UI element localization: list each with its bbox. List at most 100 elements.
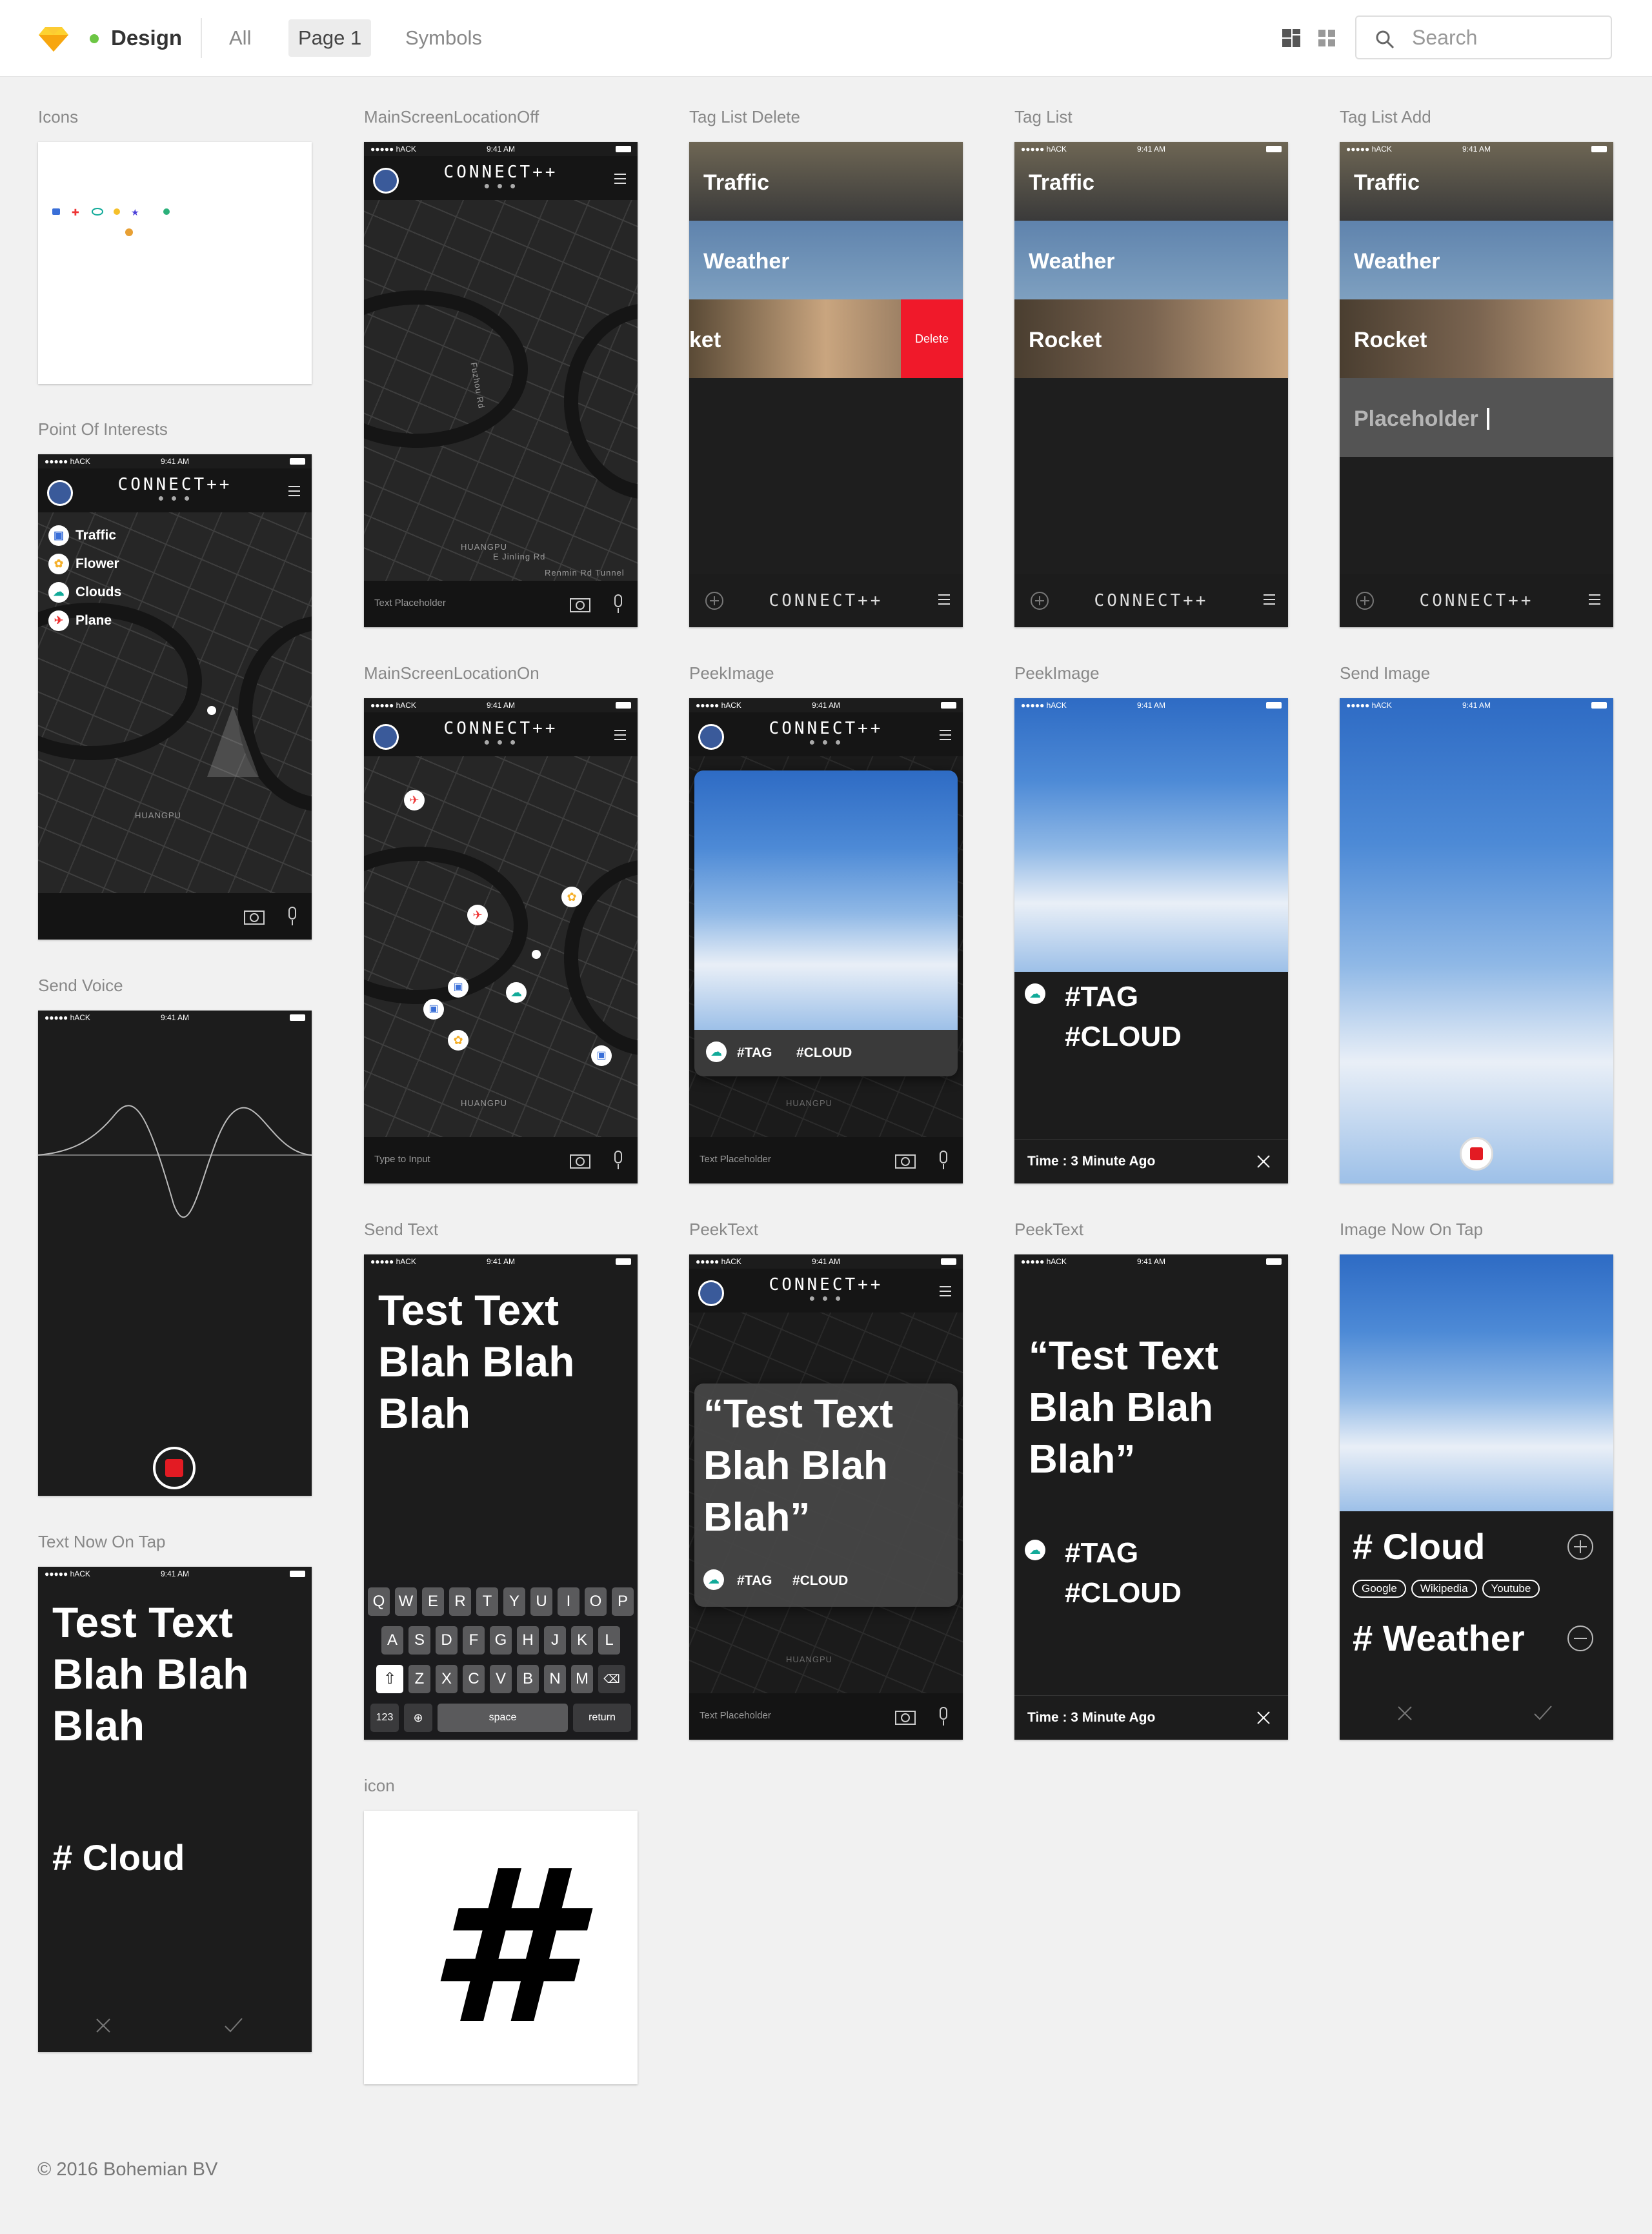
poi-item-traffic[interactable]: ▣ Traffic xyxy=(48,521,121,550)
artboard-tag-list[interactable]: ●●●●● hACK 9:41 AM Traffic Weather Rocket… xyxy=(1014,142,1288,627)
close-icon[interactable] xyxy=(1256,1154,1271,1169)
tag-row-rocket[interactable]: Rocket xyxy=(1340,299,1613,378)
list-menu-icon[interactable] xyxy=(938,1284,952,1298)
input-bar[interactable] xyxy=(38,893,312,940)
delete-button[interactable]: Delete xyxy=(901,299,963,378)
numbers-key[interactable]: 123 xyxy=(370,1704,399,1732)
key[interactable]: X xyxy=(436,1665,458,1693)
artboard-label-peek-image-2[interactable]: PeekImage xyxy=(1014,663,1100,683)
artboard-label-peek-image[interactable]: PeekImage xyxy=(689,663,774,683)
record-button[interactable] xyxy=(1460,1137,1493,1171)
tag-row-traffic[interactable]: Traffic xyxy=(689,142,963,221)
car-marker-icon[interactable]: ▣ xyxy=(423,999,444,1020)
poi-item-plane[interactable]: ✈ Plane xyxy=(48,607,121,635)
artboard-main-on[interactable]: HUANGPU ✈ ✈ ✿ ☁ ▣ ▣ ✿ ▣ ●●●●● hACK 9:41 A… xyxy=(364,698,638,1183)
key[interactable]: D xyxy=(436,1626,458,1655)
camera-icon[interactable] xyxy=(243,907,265,925)
car-marker-icon[interactable]: ▣ xyxy=(448,977,468,998)
artboard-label-tag-delete[interactable]: Tag List Delete xyxy=(689,107,800,126)
list-menu-icon[interactable] xyxy=(613,172,627,186)
small-grid-view-icon[interactable] xyxy=(1316,28,1337,48)
key[interactable]: J xyxy=(544,1626,566,1655)
peek-card[interactable]: “Test Text Blah Blah Blah” ☁ #TAG #CLOUD xyxy=(694,1384,958,1607)
backspace-key[interactable]: ⌫ xyxy=(598,1665,625,1693)
list-menu-icon[interactable] xyxy=(613,728,627,742)
artboard-label-send-voice[interactable]: Send Voice xyxy=(38,976,123,995)
microphone-icon[interactable] xyxy=(612,1150,625,1171)
artboard-main-off[interactable]: HUANGPU Fuzhou Rd E Jinling Rd Renmin Rd… xyxy=(364,142,638,627)
checkmark-icon[interactable] xyxy=(1533,1705,1553,1722)
tab-page-1[interactable]: Page 1 xyxy=(288,19,372,57)
artboard-send-voice[interactable]: ●●●●● hACK 9:41 AM xyxy=(38,1011,312,1496)
key[interactable]: H xyxy=(517,1626,539,1655)
artboard-peek-text-2[interactable]: ●●●●● hACK 9:41 AM “Test Text Blah Blah Bla… xyxy=(1014,1254,1288,1740)
artboard-label-send-image[interactable]: Send Image xyxy=(1340,663,1430,683)
tab-symbols[interactable]: Symbols xyxy=(396,19,492,57)
key[interactable]: Y xyxy=(503,1587,525,1616)
key[interactable]: Q xyxy=(368,1587,390,1616)
pill-google[interactable]: Google xyxy=(1353,1580,1406,1598)
shift-key[interactable]: ⇧ xyxy=(376,1665,403,1693)
input-bar[interactable]: Text Placeholder xyxy=(689,1693,963,1740)
camera-icon[interactable] xyxy=(569,595,591,613)
return-key[interactable]: return xyxy=(573,1704,631,1732)
keyboard[interactable]: QWERTYUIOP ASDFGHJKL ⇧ ZXCVBNM ⌫ 123 ⊕ s… xyxy=(364,1580,638,1740)
key[interactable]: Z xyxy=(408,1665,430,1693)
key[interactable]: F xyxy=(463,1626,485,1655)
text-input[interactable]: Text Placeholder xyxy=(700,1710,771,1721)
key[interactable]: U xyxy=(530,1587,552,1616)
artboard-label-tag-list[interactable]: Tag List xyxy=(1014,107,1073,126)
camera-icon[interactable] xyxy=(569,1151,591,1169)
artboard-label-icons[interactable]: Icons xyxy=(38,107,78,126)
artboard-peek-text[interactable]: HUANGPU ●●●●● hACK 9:41 AM CONNECT++ ● ● … xyxy=(689,1254,963,1740)
tag-row-weather[interactable]: Weather xyxy=(1340,221,1613,299)
car-marker-icon[interactable]: ▣ xyxy=(591,1045,612,1066)
artboard-label-main-off[interactable]: MainScreenLocationOff xyxy=(364,107,539,126)
peek-card[interactable]: ☁ #TAG #CLOUD xyxy=(694,770,958,1076)
artboard-peek-image[interactable]: HUANGPU ●●●●● hACK 9:41 AM CONNECT++ ● ● … xyxy=(689,698,963,1183)
remove-circle-icon[interactable] xyxy=(1567,1625,1594,1652)
artboard-label-icon[interactable]: icon xyxy=(364,1776,395,1795)
artboard-tag-delete[interactable]: Traffic Weather ket Delete CONNECT++ xyxy=(689,142,963,627)
poi-item-flower[interactable]: ✿ Flower xyxy=(48,550,121,578)
tag-row-weather[interactable]: Weather xyxy=(689,221,963,299)
list-menu-icon[interactable] xyxy=(287,484,301,498)
list-menu-icon[interactable] xyxy=(937,592,951,607)
artboard-label-image-tap[interactable]: Image Now On Tap xyxy=(1340,1220,1483,1239)
pill-youtube[interactable]: Youtube xyxy=(1482,1580,1540,1598)
plane-marker-icon[interactable]: ✈ xyxy=(404,790,425,810)
pill-wikipedia[interactable]: Wikipedia xyxy=(1411,1580,1477,1598)
key[interactable]: M xyxy=(571,1665,593,1693)
close-icon[interactable] xyxy=(1256,1710,1271,1726)
space-key[interactable]: space xyxy=(438,1704,568,1732)
artboard-label-poi[interactable]: Point Of Interests xyxy=(38,419,168,439)
key[interactable]: K xyxy=(571,1626,593,1655)
artboard-label-main-on[interactable]: MainScreenLocationOn xyxy=(364,663,539,683)
message-text[interactable]: Test Text Blah Blah Blah xyxy=(378,1284,574,1439)
artboard-poi[interactable]: HUANGPU ●●●●● hACK 9:41 AM CONNECT++ ● ● … xyxy=(38,454,312,940)
camera-icon[interactable] xyxy=(894,1707,916,1726)
artboard-image-tap[interactable]: # Cloud Google Wikipedia Youtube # Weather xyxy=(1340,1254,1613,1740)
camera-icon[interactable] xyxy=(894,1151,916,1169)
artboard-peek-image-2[interactable]: ●●●●● hACK 9:41 AM ☁ #TAG #CLOUD Time : 3 … xyxy=(1014,698,1288,1183)
artboard-label-text-tap[interactable]: Text Now On Tap xyxy=(38,1532,166,1551)
input-bar[interactable]: Type to Input xyxy=(364,1137,638,1183)
close-icon[interactable] xyxy=(95,2017,112,2034)
artboard-icons[interactable]: ✚ ★ xyxy=(38,142,312,384)
microphone-icon[interactable] xyxy=(612,594,625,614)
key[interactable]: R xyxy=(449,1587,471,1616)
flower-marker-icon[interactable]: ✿ xyxy=(448,1030,468,1051)
record-button[interactable] xyxy=(153,1447,196,1489)
text-input[interactable]: Type to Input xyxy=(374,1154,430,1165)
key[interactable]: S xyxy=(408,1626,430,1655)
large-grid-view-icon[interactable] xyxy=(1281,28,1302,48)
artboard-text-tap[interactable]: ●●●●● hACK 9:41 AM Test Text Blah Blah Blah… xyxy=(38,1567,312,2052)
input-bar[interactable]: Text Placeholder xyxy=(689,1137,963,1183)
poi-item-clouds[interactable]: ☁ Clouds xyxy=(48,578,121,607)
key[interactable]: L xyxy=(598,1626,620,1655)
tab-all[interactable]: All xyxy=(219,19,261,57)
text-input[interactable]: Text Placeholder xyxy=(700,1154,771,1165)
tag-row-weather[interactable]: Weather xyxy=(1014,221,1288,299)
key[interactable]: O xyxy=(585,1587,607,1616)
key[interactable]: W xyxy=(395,1587,417,1616)
